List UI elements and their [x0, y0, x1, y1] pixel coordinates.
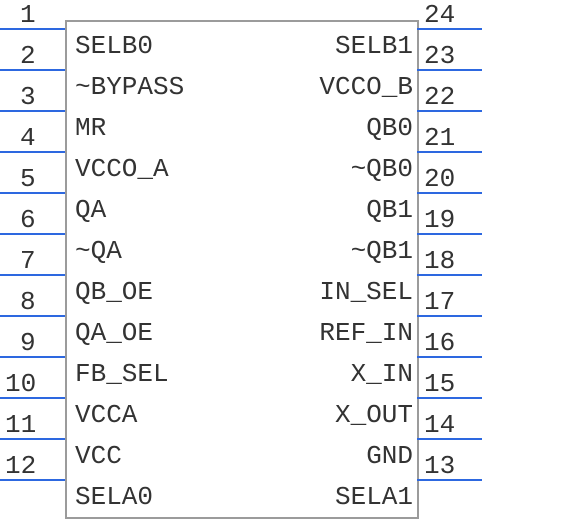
pin-label: MR	[75, 113, 106, 143]
pin-number: 16	[424, 328, 455, 358]
pin-label: SELA0	[75, 482, 153, 512]
pin-number: 17	[424, 287, 455, 317]
pin-label: GND	[366, 441, 413, 471]
pin-label: QA	[75, 195, 106, 225]
pin-number: 15	[424, 369, 455, 399]
pin-number: 5	[20, 164, 36, 194]
pin-label: ~QA	[75, 236, 122, 266]
pin-label: VCCO_A	[75, 154, 169, 184]
pin-number: 6	[20, 205, 36, 235]
pin-number: 9	[20, 328, 36, 358]
pin-number: 22	[424, 82, 455, 112]
pin-label: ~BYPASS	[75, 72, 184, 102]
pin-label: ~QB1	[351, 236, 413, 266]
pin-number: 3	[20, 82, 36, 112]
pin-number: 8	[20, 287, 36, 317]
pin-number: 18	[424, 246, 455, 276]
pin-number: 10	[5, 369, 36, 399]
pin-number: 23	[424, 41, 455, 71]
pin-number: 13	[424, 451, 455, 481]
pin-label: REF_IN	[319, 318, 413, 348]
pin-label: X_OUT	[335, 400, 413, 430]
pin-label: QA_OE	[75, 318, 153, 348]
pin-number: 7	[20, 246, 36, 276]
pin-number: 4	[20, 123, 36, 153]
pin-number: 24	[424, 0, 455, 30]
pin-number: 11	[5, 410, 36, 440]
pin-label: IN_SEL	[319, 277, 413, 307]
pin-number: 20	[424, 164, 455, 194]
pin-number: 21	[424, 123, 455, 153]
pin-label: VCCA	[75, 400, 137, 430]
pin-label: VCC	[75, 441, 122, 471]
pin-label: X_IN	[351, 359, 413, 389]
pin-label: QB1	[366, 195, 413, 225]
pin-number: 2	[20, 41, 36, 71]
pin-label: FB_SEL	[75, 359, 169, 389]
pin-label: ~QB0	[351, 154, 413, 184]
pin-label: SELB0	[75, 31, 153, 61]
pin-label: VCCO_B	[319, 72, 413, 102]
pin-number: 14	[424, 410, 455, 440]
pin-label: SELB1	[335, 31, 413, 61]
pin-number: 12	[5, 451, 36, 481]
pin-number: 1	[20, 0, 36, 30]
pin-label: QB0	[366, 113, 413, 143]
pin-number: 19	[424, 205, 455, 235]
pin-label: SELA1	[335, 482, 413, 512]
ic-pinout-diagram: 1 SELB0 2 ~BYPASS 3 MR 4 VCCO_A 5 QA 6 ~QA 7 QB_OE 8 QA…	[0, 0, 568, 532]
pin-label: QB_OE	[75, 277, 153, 307]
